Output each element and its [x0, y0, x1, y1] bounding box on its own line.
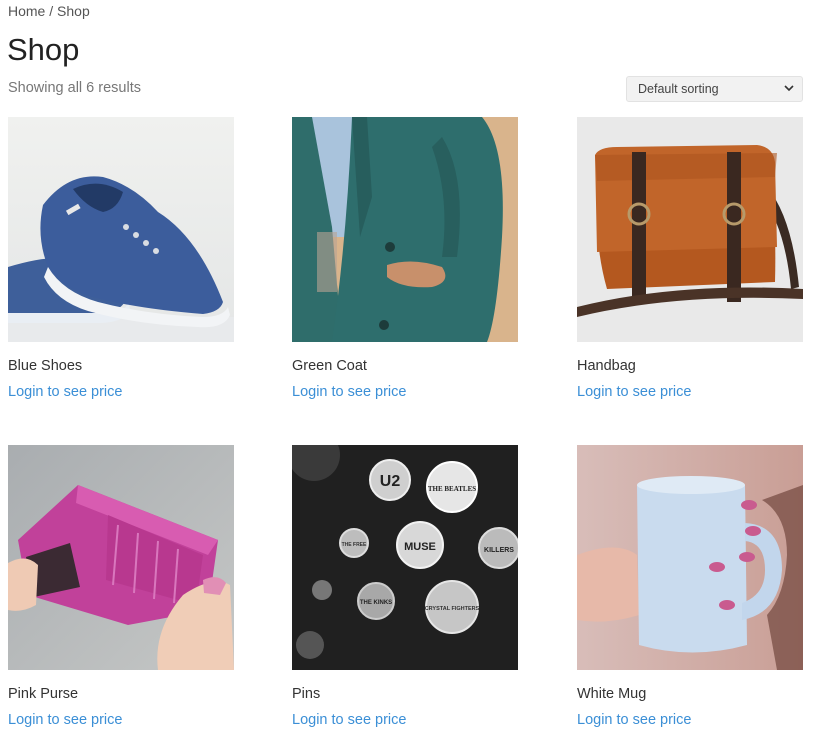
product-name[interactable]: Pink Purse [8, 685, 234, 703]
product-card: White Mug Login to see price [577, 445, 803, 729]
result-count: Showing all 6 results [8, 80, 141, 96]
pin-label-free: THE FREE [342, 542, 367, 548]
product-card: Handbag Login to see price [577, 117, 803, 401]
pin-label-crystal-fighters: CRYSTAL FIGHTERS [425, 606, 480, 612]
sorting-selected-value: Default sorting [638, 82, 719, 96]
breadcrumb-separator: / [45, 3, 58, 19]
product-name[interactable]: Blue Shoes [8, 357, 234, 375]
breadcrumb-home-link[interactable]: Home [8, 3, 45, 19]
breadcrumb: Home / Shop [8, 2, 90, 20]
product-image-white-mug[interactable] [577, 445, 803, 670]
login-to-see-price-link[interactable]: Login to see price [577, 711, 691, 729]
product-image-pins[interactable]: U2 THE BEATLES MUSE KILLERS THE KINKS CR… [292, 445, 518, 670]
pin-label-killers: KILLERS [484, 547, 514, 554]
page-title: Shop [7, 32, 80, 67]
login-to-see-price-link[interactable]: Login to see price [577, 383, 691, 401]
product-card: U2 THE BEATLES MUSE KILLERS THE KINKS CR… [292, 445, 518, 729]
login-to-see-price-link[interactable]: Login to see price [8, 711, 122, 729]
pin-label-beatles: THE BEATLES [428, 485, 476, 493]
chevron-down-icon [784, 84, 794, 95]
product-name[interactable]: Green Coat [292, 357, 518, 375]
pin-label-kinks: THE KINKS [360, 600, 392, 606]
product-image-handbag[interactable] [577, 117, 803, 342]
product-name[interactable]: Handbag [577, 357, 803, 375]
pin-label-u2: U2 [380, 473, 401, 490]
product-card: Blue Shoes Login to see price [8, 117, 234, 401]
login-to-see-price-link[interactable]: Login to see price [292, 711, 406, 729]
login-to-see-price-link[interactable]: Login to see price [292, 383, 406, 401]
breadcrumb-current: Shop [57, 3, 90, 19]
product-image-pink-purse[interactable] [8, 445, 234, 670]
product-name[interactable]: Pins [292, 685, 518, 703]
product-name[interactable]: White Mug [577, 685, 803, 703]
product-image-blue-shoes[interactable] [8, 117, 234, 342]
login-to-see-price-link[interactable]: Login to see price [8, 383, 122, 401]
product-card: Green Coat Login to see price [292, 117, 518, 401]
sorting-select[interactable]: Default sorting [626, 76, 803, 102]
pin-label-muse: MUSE [404, 541, 436, 553]
product-image-green-coat[interactable] [292, 117, 518, 342]
product-card: Pink Purse Login to see price [8, 445, 234, 729]
